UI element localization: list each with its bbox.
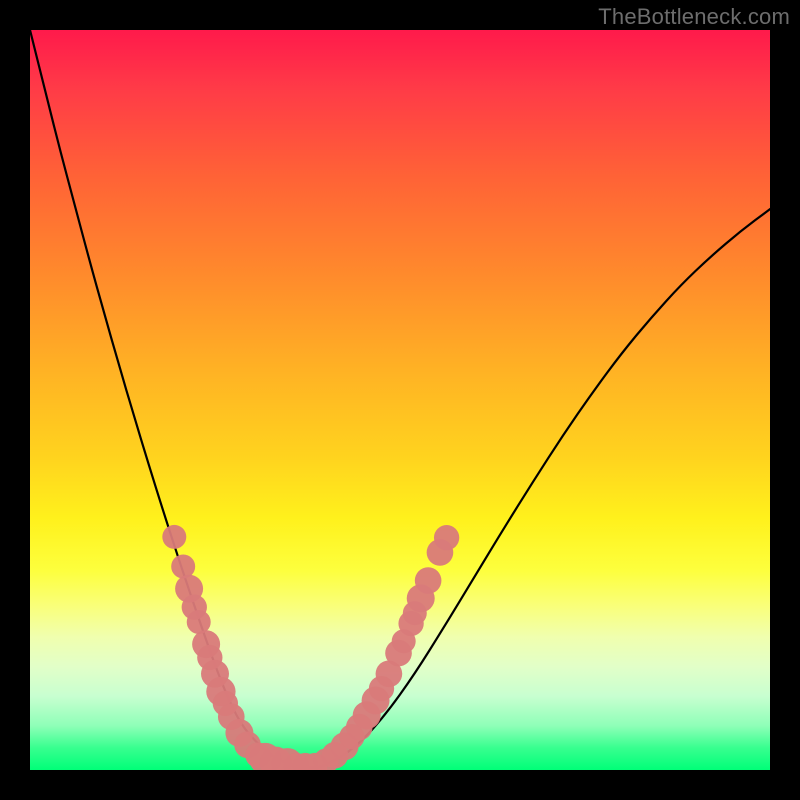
data-marker bbox=[171, 555, 195, 579]
chart-frame: TheBottleneck.com bbox=[0, 0, 800, 800]
data-marker bbox=[434, 525, 459, 550]
chart-svg bbox=[30, 30, 770, 770]
plot-area bbox=[30, 30, 770, 770]
watermark-text: TheBottleneck.com bbox=[598, 4, 790, 30]
data-marker bbox=[162, 525, 186, 549]
data-marker bbox=[415, 567, 442, 594]
data-markers bbox=[162, 525, 459, 770]
